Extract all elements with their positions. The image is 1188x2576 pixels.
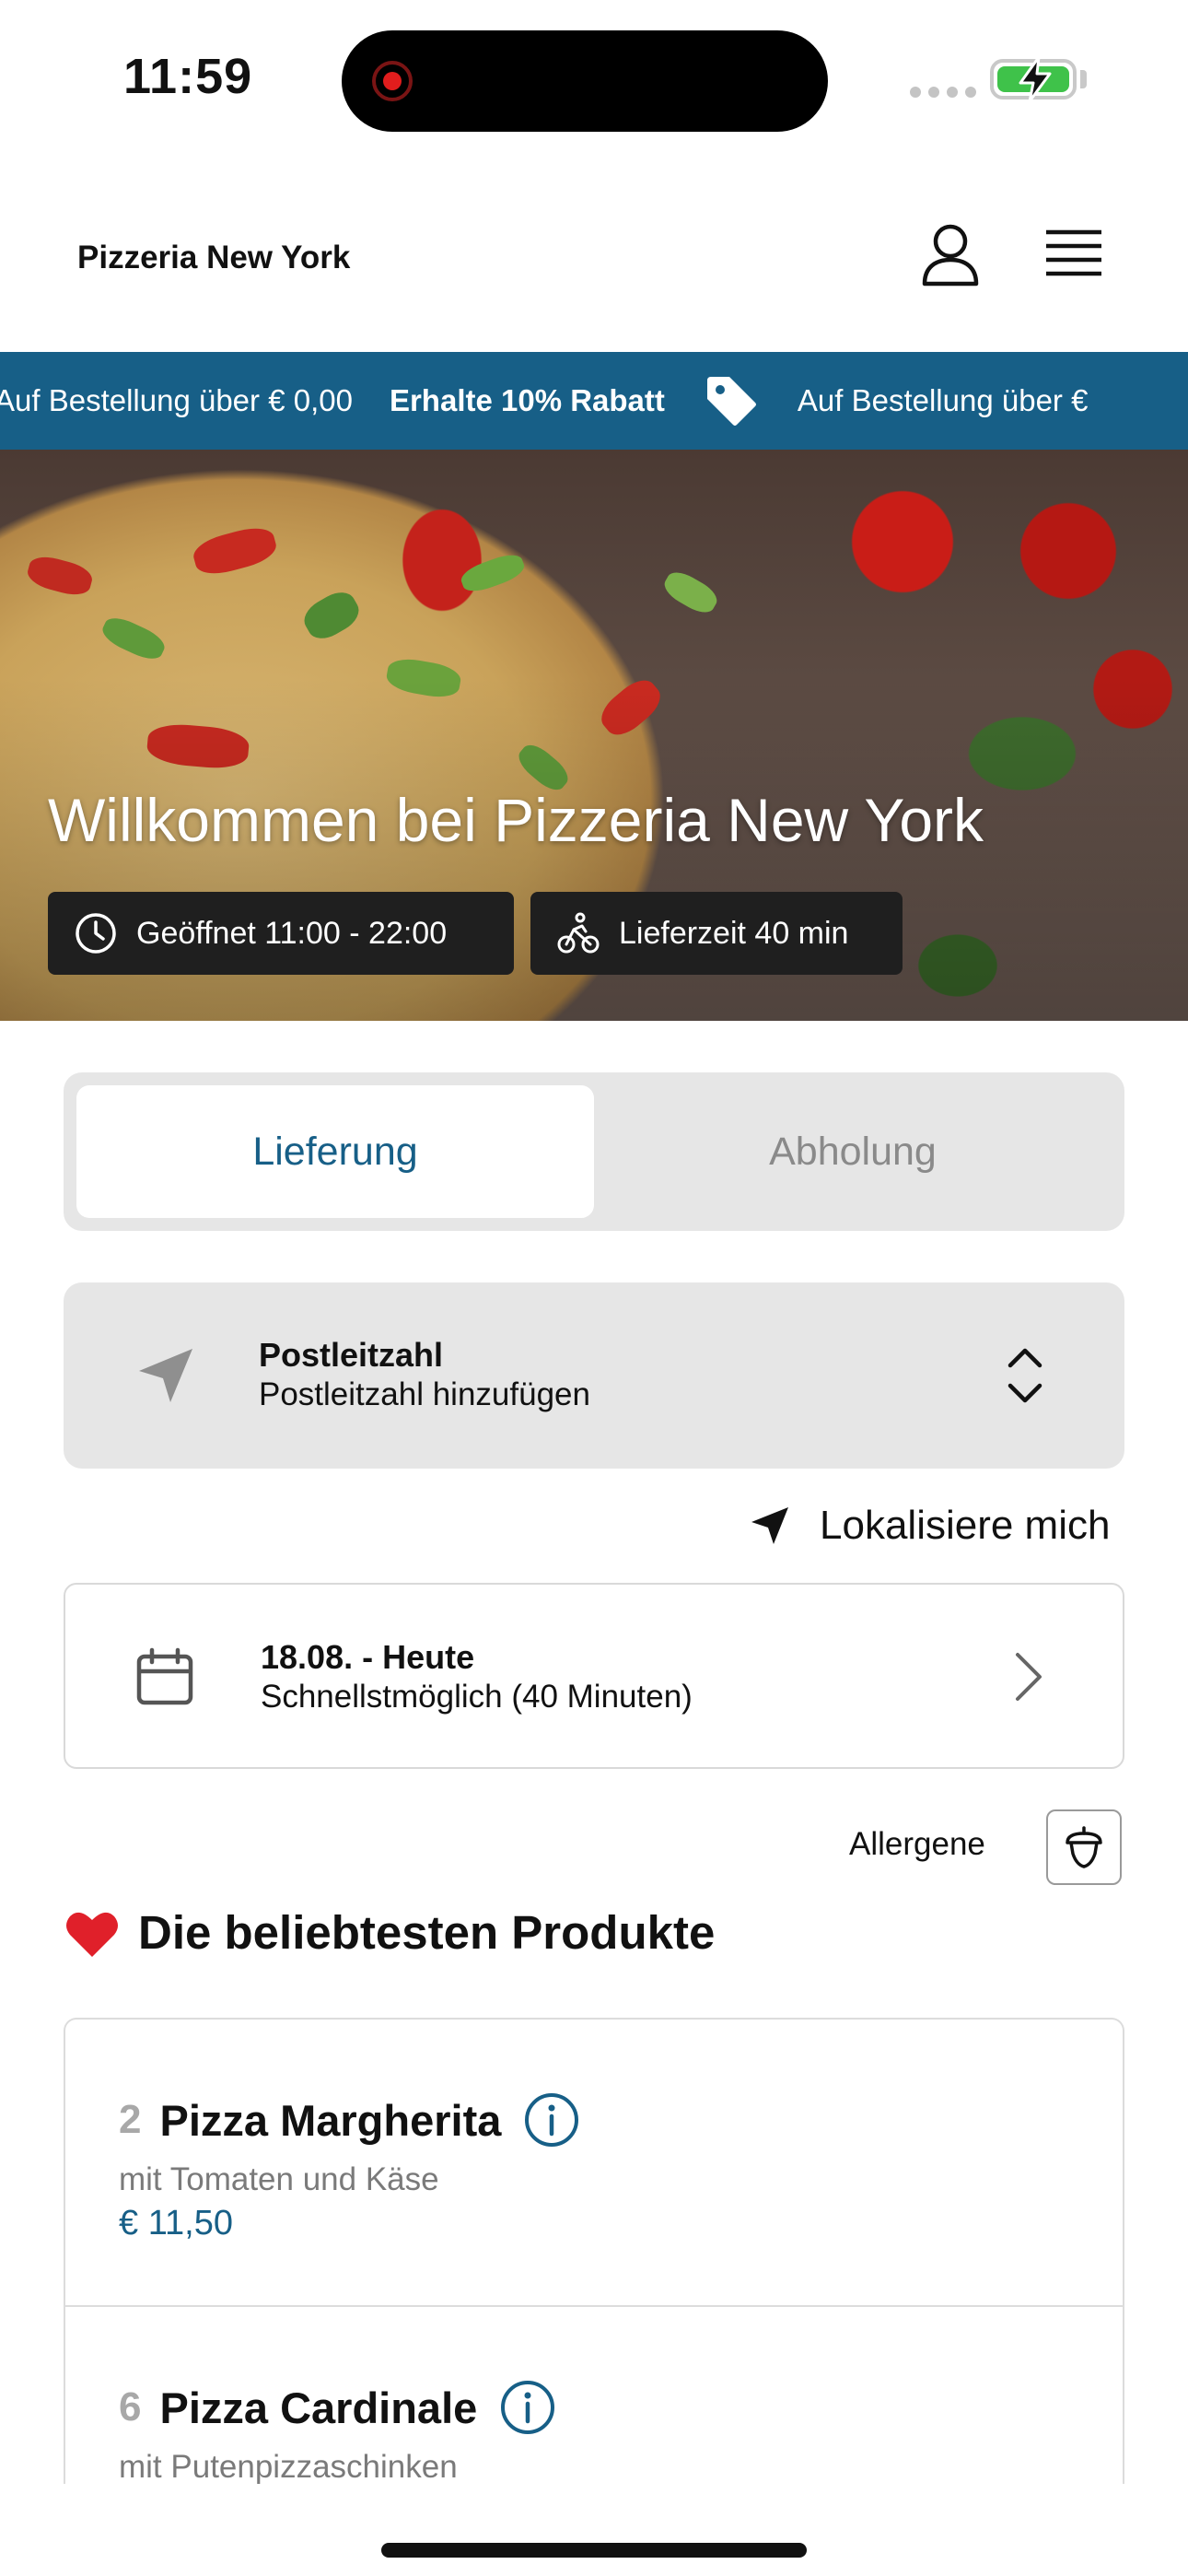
dynamic-island [342,30,828,132]
clock-icon [76,913,116,954]
status-bar: 11:59 [0,0,1188,157]
heart-icon [66,1912,118,1957]
allergens-button[interactable] [1046,1809,1122,1885]
delivery-time-selector[interactable]: 18.08. - Heute Schnellstmöglich (40 Minu… [64,1583,1124,1769]
product-name: Pizza Margherita [159,2095,502,2145]
product-price: € 11,50 [119,2204,233,2242]
postal-code-placeholder: Postleitzahl hinzufügen [259,1376,590,1412]
locate-me-button[interactable]: Lokalisiere mich [748,1496,1110,1555]
status-time: 11:59 [123,49,253,104]
user-icon[interactable] [921,223,980,287]
info-icon[interactable] [499,2379,556,2436]
product-number: 6 [119,2384,142,2430]
info-icon[interactable] [523,2091,580,2149]
app-header: Pizzeria New York [0,157,1188,352]
postal-code-label: Postleitzahl [259,1336,444,1374]
menu-icon[interactable] [1044,228,1103,282]
signal-icon [910,87,976,98]
bottom-safe-area [0,2484,1188,2576]
promo-discount: Erhalte 10% Rabatt [389,383,665,417]
product-card[interactable]: 2 Pizza Margherita mit Tomaten und Käse … [65,2020,1123,2307]
location-arrow-icon [751,1507,788,1544]
hero-title: Willkommen bei Pizzeria New York [48,786,984,854]
delivery-time-option: Schnellstmöglich (40 Minuten) [261,1679,693,1715]
chevron-right-icon [1016,1653,1042,1701]
calendar-icon [136,1647,193,1705]
tag-icon [706,377,756,426]
popular-products-title: Die beliebtesten Produkte [138,1906,716,1959]
postal-code-selector[interactable]: Postleitzahl Postleitzahl hinzufügen [64,1282,1124,1469]
acorn-icon [1066,1826,1102,1868]
delivery-date: 18.08. - Heute [261,1638,475,1676]
tab-delivery[interactable]: Lieferung [76,1085,594,1218]
brand-name[interactable]: Pizzeria New York [77,240,350,276]
recording-indicator-icon [372,61,413,101]
battery-nub [1080,70,1087,88]
home-indicator[interactable] [381,2543,807,2558]
product-name: Pizza Cardinale [159,2383,478,2432]
opening-hours-text: Geöffnet 11:00 - 22:00 [136,915,448,951]
promo-banner: Auf Bestellung über € 0,00 Erhalte 10% R… [0,352,1188,450]
bike-icon [557,912,600,954]
delivery-time-badge: Lieferzeit 40 min [530,892,903,975]
updown-chevron-icon [1007,1348,1042,1403]
charging-bolt-icon [1019,55,1052,103]
order-mode-toggle: Lieferung Abholung [64,1072,1124,1231]
opening-hours-badge: Geöffnet 11:00 - 22:00 [48,892,514,975]
navigation-arrow-icon [139,1349,192,1402]
promo-text-repeat: Auf Bestellung über € [797,383,1089,417]
product-description: mit Putenpizzaschinken [119,2449,458,2485]
allergens-label: Allergene [849,1826,985,1862]
delivery-time-text: Lieferzeit 40 min [619,915,849,951]
locate-me-label: Lokalisiere mich [820,1503,1111,1548]
product-number: 2 [119,2097,142,2142]
product-description: mit Tomaten und Käse [119,2161,439,2197]
popular-products-heading: Die beliebtesten Produkte [64,1905,715,1960]
hero-banner: Willkommen bei Pizzeria New York Geöffne… [0,450,1188,1021]
promo-text: Auf Bestellung über € 0,00 [0,383,353,417]
tab-pickup[interactable]: Abholung [594,1085,1112,1218]
